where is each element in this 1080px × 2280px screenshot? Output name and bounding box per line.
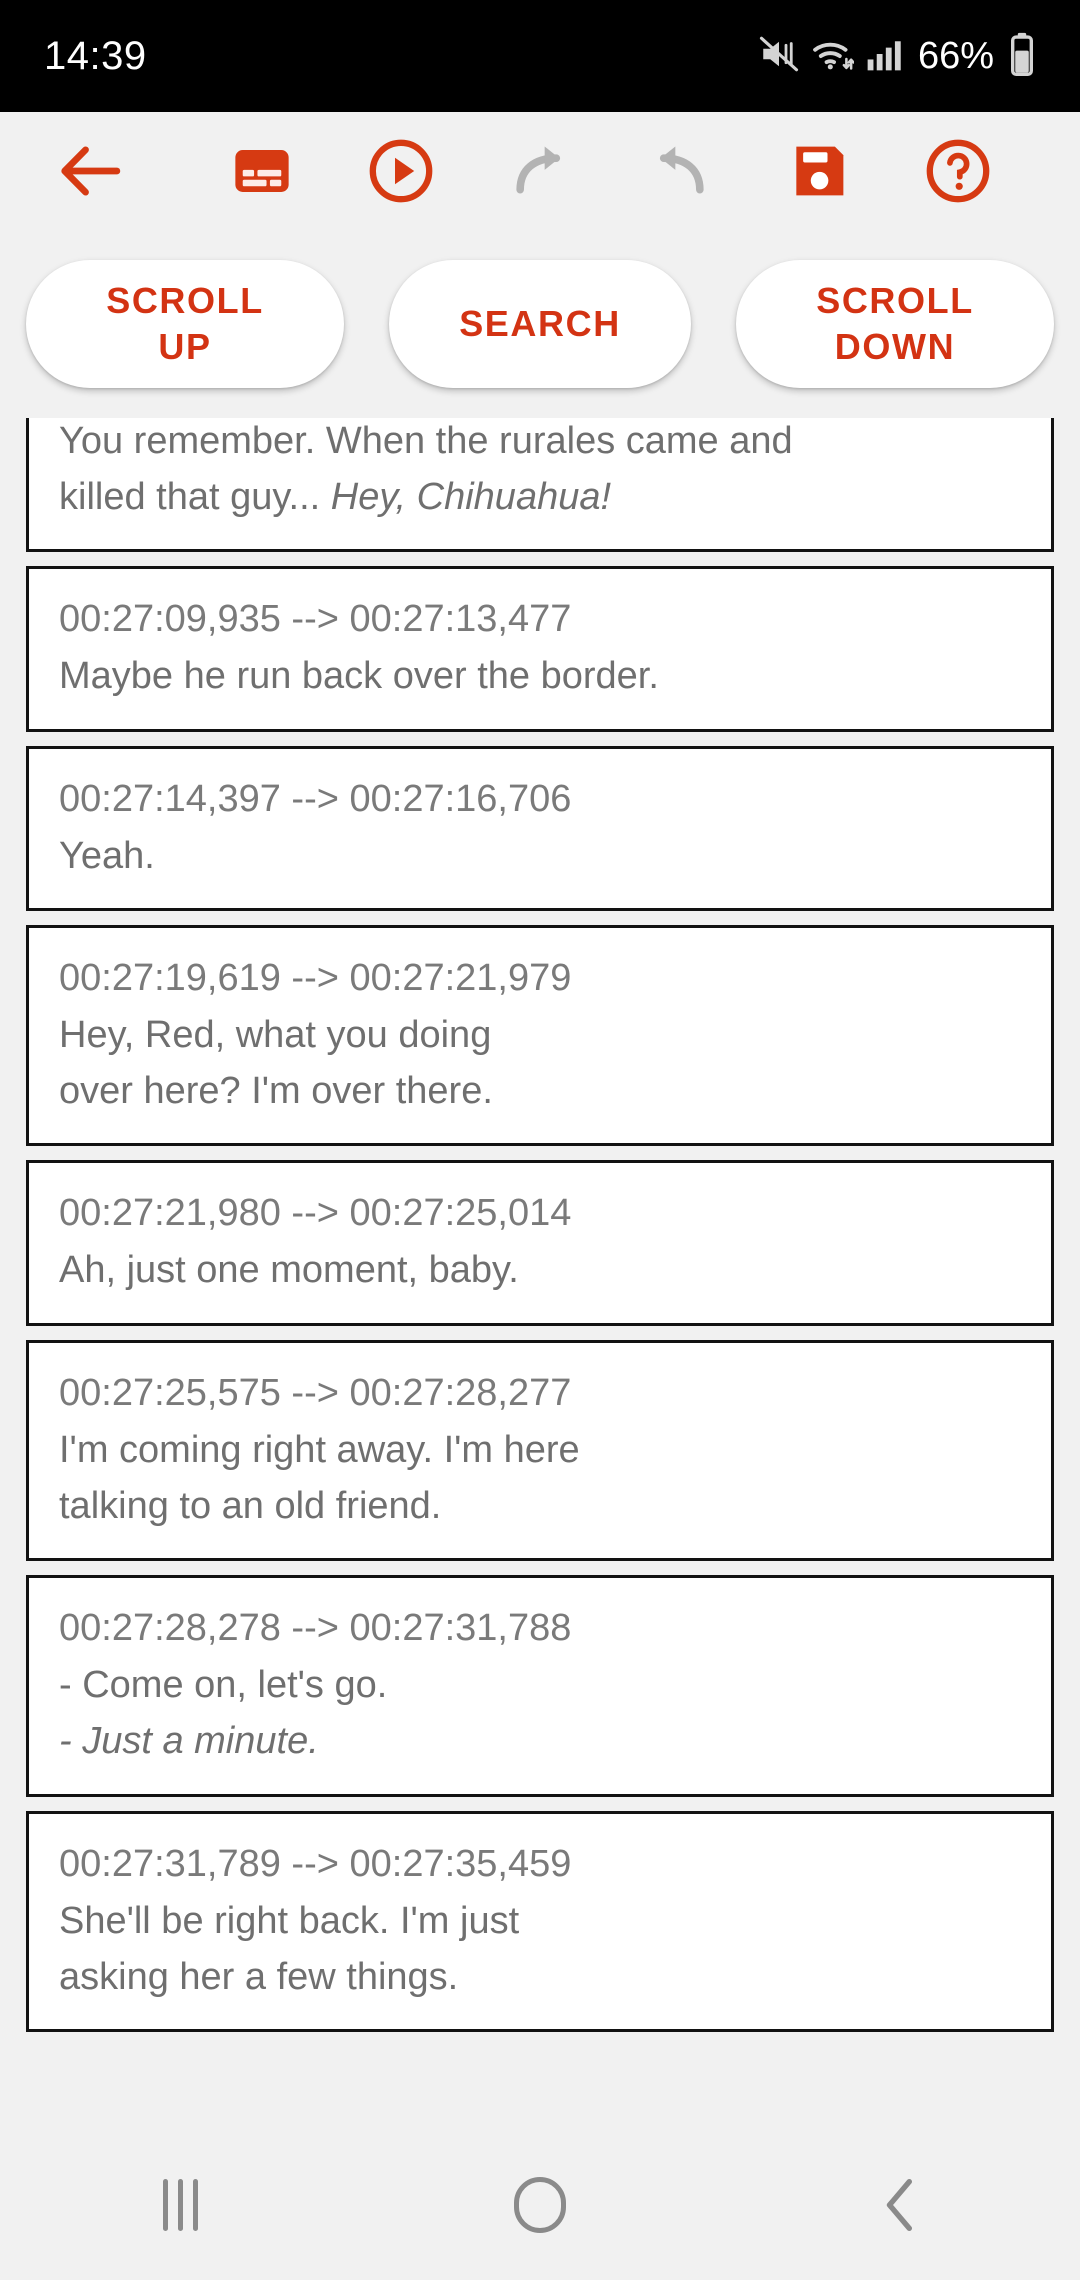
scroll-up-label-line1: SCROLL: [106, 279, 264, 321]
undo-icon: [659, 146, 704, 194]
undo-button[interactable]: [610, 121, 749, 221]
save-button[interactable]: [749, 121, 888, 221]
subtitle-timecode: 00:27:21,980 --> 00:27:25,014: [59, 1192, 572, 1235]
subtitle-text-line: You remember. When the rurales came and: [59, 420, 793, 462]
battery-icon: [1008, 32, 1036, 81]
subtitle-timecode: 00:27:25,575 --> 00:27:28,277: [59, 1371, 572, 1414]
redo-icon: [516, 146, 561, 194]
action-button-row: SCROLL UP SEARCH SCROLL DOWN: [0, 230, 1080, 418]
scroll-up-label-line2: UP: [158, 326, 212, 367]
scroll-down-label-line1: SCROLL: [816, 279, 974, 321]
subtitle-text-line: She'll be right back. I'm just: [59, 1899, 520, 1942]
subtitle-card[interactable]: You remember. When the rurales came and k…: [26, 418, 1054, 553]
back-arrow-icon: [61, 146, 121, 196]
subtitle-card[interactable]: 00:27:14,397 --> 00:27:16,706 Yeah.: [26, 745, 1054, 911]
app-root: 14:39 66% SCROLL UP SEARCH SCROLL DOWN Y…: [0, 0, 1080, 2280]
back-button[interactable]: [52, 121, 192, 221]
subtitle-card[interactable]: 00:27:19,619 --> 00:27:21,979 Hey, Red, w…: [26, 924, 1054, 1147]
subtitle-timecode: 00:27:28,278 --> 00:27:31,788: [59, 1607, 572, 1650]
mute-icon: [758, 33, 800, 80]
search-label: SEARCH: [459, 302, 621, 344]
search-button[interactable]: SEARCH: [389, 260, 691, 388]
subtitle-text-line: asking her a few things.: [59, 1955, 459, 1998]
subtitle-text-line: Ah, just one moment, baby.: [59, 1249, 519, 1292]
scroll-down-button[interactable]: SCROLL DOWN: [736, 260, 1054, 388]
subtitle-timecode: 00:27:19,619 --> 00:27:21,979: [59, 956, 572, 999]
redo-button[interactable]: [471, 121, 610, 221]
wifi-icon: [810, 33, 855, 80]
editor-toolbar: [0, 112, 1080, 230]
subtitle-card[interactable]: 00:27:31,789 --> 00:27:35,459 She'll be r…: [26, 1810, 1054, 2033]
recents-icon: [162, 2179, 198, 2231]
play-circle-icon: [369, 139, 433, 203]
scroll-up-button[interactable]: SCROLL UP: [26, 260, 344, 388]
scroll-down-label-line2: DOWN: [834, 326, 956, 367]
subtitle-card[interactable]: 00:27:21,980 --> 00:27:25,014 Ah, just on…: [26, 1160, 1054, 1326]
subtitle-text-line: killed that guy... Hey, Chihuahua!: [59, 476, 612, 519]
subtitle-card[interactable]: 00:27:25,575 --> 00:27:28,277 I'm coming …: [26, 1339, 1054, 1562]
status-icons: 66%: [758, 32, 1036, 81]
subtitle-list-scroll-area[interactable]: You remember. When the rurales came and k…: [0, 418, 1080, 2130]
play-button[interactable]: [331, 121, 470, 221]
nav-home-button[interactable]: [455, 2150, 625, 2260]
subtitle-text-line: - Come on, let's go.: [59, 1664, 388, 1707]
subtitle-text-line: over here? I'm over there.: [59, 1070, 493, 1113]
home-icon: [514, 2177, 566, 2233]
battery-percent-label: 66%: [917, 34, 994, 77]
subtitle-timecode: 00:27:31,789 --> 00:27:35,459: [59, 1842, 572, 1885]
cellular-signal-icon: [864, 34, 904, 79]
nav-back-button[interactable]: [815, 2150, 985, 2260]
subtitle-timecode: 00:27:14,397 --> 00:27:16,706: [59, 777, 572, 820]
status-clock: 14:39: [44, 33, 147, 78]
subtitle-text-line: Yeah.: [59, 834, 155, 877]
subtitle-text-line: Maybe he run back over the border.: [59, 655, 659, 698]
help-circle-icon: [926, 139, 990, 203]
status-bar: 14:39 66%: [0, 0, 1080, 112]
subtitles-icon: [235, 150, 289, 192]
subtitle-card[interactable]: 00:27:09,935 --> 00:27:13,477 Maybe he ru…: [26, 566, 1054, 732]
subtitle-text-line: Hey, Red, what you doing: [59, 1013, 492, 1056]
back-icon: [886, 2178, 913, 2232]
save-floppy-icon: [796, 146, 844, 196]
subtitles-button[interactable]: [192, 121, 331, 221]
nav-recents-button[interactable]: [95, 2150, 265, 2260]
subtitle-text-line: talking to an old friend.: [59, 1484, 442, 1527]
subtitle-text-line: I'm coming right away. I'm here: [59, 1428, 580, 1471]
subtitle-list: You remember. When the rurales came and k…: [26, 418, 1054, 2033]
android-navigation-bar: [0, 2130, 1080, 2280]
help-button[interactable]: [889, 121, 1028, 221]
subtitle-card[interactable]: 00:27:28,278 --> 00:27:31,788 - Come on, …: [26, 1575, 1054, 1797]
subtitle-timecode: 00:27:09,935 --> 00:27:13,477: [59, 598, 572, 641]
subtitle-text-line: - Just a minute.: [59, 1720, 319, 1763]
